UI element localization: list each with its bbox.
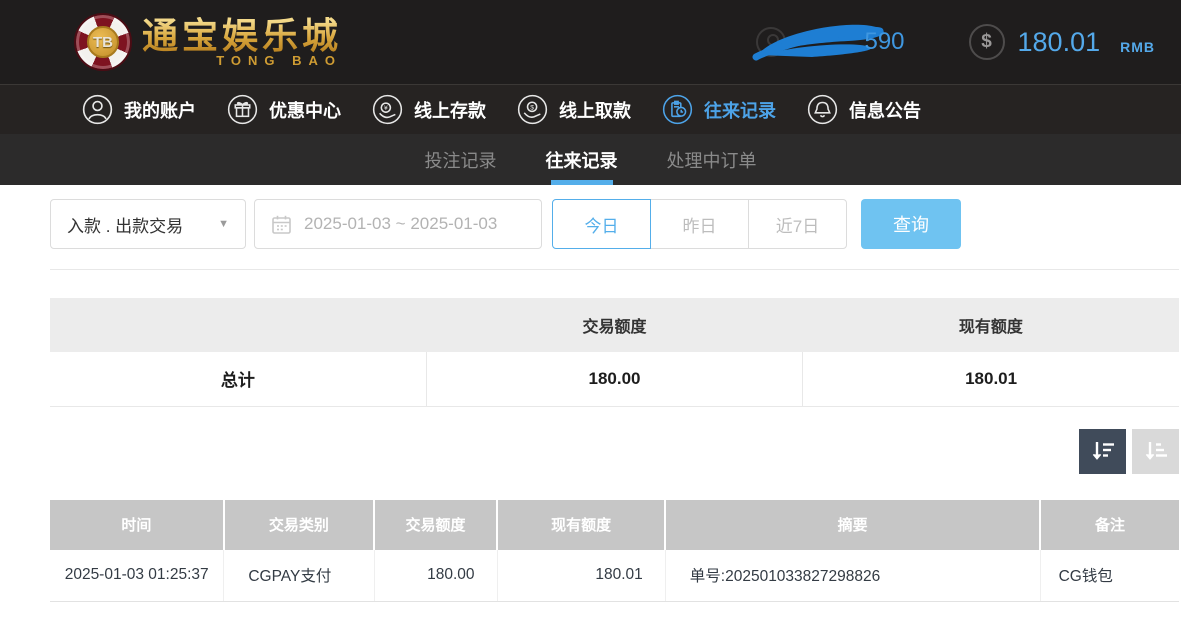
last-7-days-button[interactable]: 近7日 — [748, 199, 847, 249]
gift-icon — [227, 94, 258, 125]
sort-controls — [50, 429, 1179, 474]
withdraw-icon: $ — [517, 94, 548, 125]
record-type: CGPAY支付 — [224, 550, 374, 602]
sort-ascending-button[interactable] — [1132, 429, 1179, 474]
filter-row: 入款 . 出款交易 ▼ 2025-01-03 ~ 2025-01-03 今日 昨… — [50, 199, 1179, 249]
transaction-type-select[interactable]: 入款 . 出款交易 ▼ — [50, 199, 246, 249]
records-table: 时间 交易类别 交易额度 现有额度 摘要 备注 2025-01-03 01:25… — [50, 500, 1179, 603]
sub-tab-bar: 投注记录 往来记录 处理中订单 — [0, 134, 1181, 185]
summary-transaction-amount: 180.00 — [426, 352, 802, 406]
balance-display[interactable]: $ 180.01 RMB — [969, 24, 1155, 60]
records-header-current-amount: 现有额度 — [497, 500, 665, 550]
tab-betting-records[interactable]: 投注记录 — [423, 134, 499, 185]
svg-text:¥: ¥ — [384, 105, 388, 112]
records-header-time: 时间 — [50, 500, 224, 550]
nav-item-promotions[interactable]: 优惠中心 — [227, 94, 341, 125]
records-icon — [662, 94, 693, 125]
record-note: CG钱包 — [1040, 550, 1179, 602]
record-transaction-amount: 180.00 — [374, 550, 497, 602]
record-current-amount: 180.01 — [497, 550, 665, 602]
nav-item-withdraw[interactable]: $ 线上取款 — [517, 94, 631, 125]
record-summary: 单号:202501033827298826 — [665, 550, 1040, 602]
site-title: 通宝娱乐城 — [142, 17, 342, 55]
tab-transaction-records[interactable]: 往来记录 — [544, 134, 620, 185]
records-header-type: 交易类别 — [224, 500, 374, 550]
nav-item-my-account[interactable]: 我的账户 — [82, 94, 196, 125]
svg-text:$: $ — [530, 104, 534, 111]
summary-total-row: 总计 180.00 180.01 — [50, 352, 1179, 406]
chevron-down-icon: ▼ — [218, 218, 229, 230]
today-button[interactable]: 今日 — [552, 199, 651, 249]
sort-descending-icon — [1090, 438, 1116, 464]
sort-descending-button[interactable] — [1079, 429, 1126, 474]
quick-range-group: 今日 昨日 近7日 — [552, 199, 847, 249]
transaction-type-value: 入款 . 出款交易 — [67, 212, 183, 237]
table-row: 2025-01-03 01:25:37 CGPAY支付 180.00 180.0… — [50, 550, 1179, 602]
summary-total-label: 总计 — [50, 352, 426, 406]
chip-monogram: TB — [87, 26, 119, 58]
query-button[interactable]: 查询 — [861, 199, 961, 249]
record-time: 2025-01-03 01:25:37 — [50, 550, 224, 602]
balance-currency: RMB — [1120, 30, 1155, 55]
user-icon — [82, 94, 113, 125]
poker-chip-logo-icon: TB — [74, 13, 132, 71]
main-nav: 我的账户 优惠中心 ¥ 线上存款 $ 线上取款 往来记录 — [0, 84, 1181, 134]
nav-item-announcements[interactable]: 信息公告 — [807, 94, 921, 125]
records-header-transaction-amount: 交易额度 — [374, 500, 497, 550]
records-header-summary: 摘要 — [665, 500, 1040, 550]
top-header: TB 通宝娱乐城 TONG BAO 590 $ 180.01 RMB — [0, 0, 1181, 84]
site-logo[interactable]: TB 通宝娱乐城 TONG BAO — [74, 13, 342, 71]
summary-current-amount: 180.01 — [803, 352, 1179, 406]
date-range-input[interactable]: 2025-01-03 ~ 2025-01-03 — [254, 199, 542, 249]
summary-header-current-amount: 现有额度 — [803, 298, 1179, 352]
date-range-value: 2025-01-03 ~ 2025-01-03 — [304, 214, 497, 234]
summary-header-empty — [50, 298, 426, 352]
balance-amount: 180.01 — [1018, 27, 1101, 58]
site-subtitle: TONG BAO — [216, 53, 342, 68]
yesterday-button[interactable]: 昨日 — [650, 199, 749, 249]
tab-processing-orders[interactable]: 处理中订单 — [665, 134, 759, 185]
records-header-note: 备注 — [1040, 500, 1179, 550]
summary-header-transaction-amount: 交易额度 — [426, 298, 802, 352]
summary-header-row: 交易额度 现有额度 — [50, 298, 1179, 352]
nav-item-transaction-records[interactable]: 往来记录 — [662, 94, 776, 125]
nav-item-deposit[interactable]: ¥ 线上存款 — [372, 94, 486, 125]
username-display[interactable]: 590 — [756, 17, 904, 67]
username-suffix: 590 — [864, 28, 904, 56]
deposit-icon: ¥ — [372, 94, 403, 125]
summary-table: 交易额度 现有额度 总计 180.00 180.01 — [50, 298, 1179, 407]
calendar-icon — [271, 214, 292, 235]
sort-ascending-icon — [1143, 438, 1169, 464]
dollar-icon: $ — [969, 24, 1005, 60]
records-header-row: 时间 交易类别 交易额度 现有额度 摘要 备注 — [50, 500, 1179, 550]
bell-icon — [807, 94, 838, 125]
divider — [50, 269, 1179, 270]
content-area: 入款 . 出款交易 ▼ 2025-01-03 ~ 2025-01-03 今日 昨… — [0, 185, 1181, 602]
